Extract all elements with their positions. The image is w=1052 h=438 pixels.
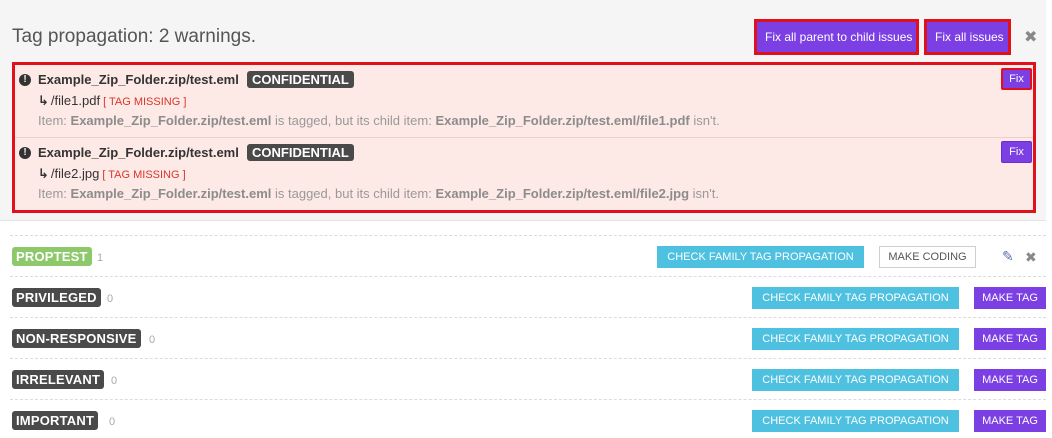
issue-row: ! Example_Zip_Folder.zip/test.eml CONFID… [15,65,1033,137]
make-tag-button[interactable]: MAKE TAG [974,287,1046,309]
tag-badge: CONFIDENTIAL [247,71,354,88]
make-tag-button[interactable]: MAKE TAG [974,410,1046,432]
desc-suffix: isn't. [693,113,720,128]
child-item-line: ↳/file1.pdf[ TAG MISSING ] [38,93,186,109]
tag-row-privileged: PRIVILEGED 0 CHECK FAMILY TAG PROPAGATIO… [10,276,1046,317]
issue-description: Item: Example_Zip_Folder.zip/test.eml is… [38,113,720,128]
fix-all-issues-label: Fix all issues [935,30,1004,44]
child-item-path: /file2.jpg [50,166,100,181]
child-item-line: ↳/file2.jpg[ TAG MISSING ] [38,166,186,182]
desc-prefix: Item: [38,113,67,128]
tag-row-irrelevant: IRRELEVANT 0 CHECK FAMILY TAG PROPAGATIO… [10,358,1046,399]
exclamation-circle-icon: ! [19,74,31,86]
child-arrow-icon: ↳ [38,166,49,181]
child-arrow-icon: ↳ [38,93,49,108]
check-family-tag-propagation-button[interactable]: CHECK FAMILY TAG PROPAGATION [752,328,959,350]
fix-button[interactable]: Fix [1001,141,1032,163]
check-family-tag-propagation-button[interactable]: CHECK FAMILY TAG PROPAGATION [657,246,864,268]
pencil-icon[interactable]: ✎ [1002,248,1014,265]
child-item-path: /file1.pdf [50,93,101,108]
close-icon[interactable]: ✖ [1025,249,1037,266]
tag-label[interactable]: NON-RESPONSIVE [12,329,141,348]
desc-suffix: isn't. [692,186,719,201]
tag-label[interactable]: PRIVILEGED [12,288,101,307]
check-family-tag-propagation-button[interactable]: CHECK FAMILY TAG PROPAGATION [752,369,959,391]
make-coding-button[interactable]: MAKE CODING [879,246,976,268]
tag-missing-label: [ TAG MISSING ] [103,96,187,108]
tag-label[interactable]: IMPORTANT [12,411,99,430]
issue-description: Item: Example_Zip_Folder.zip/test.eml is… [38,186,719,201]
tag-row-proptest: PROPTEST 1 CHECK FAMILY TAG PROPAGATION … [10,235,1046,276]
issue-row: ! Example_Zip_Folder.zip/test.eml CONFID… [15,137,1033,209]
fix-all-parent-to-child-label: Fix all parent to child issues [765,30,913,44]
tag-count: 0 [109,416,116,428]
tag-label[interactable]: PROPTEST [12,247,92,266]
tag-count: 0 [149,334,156,346]
issues-list: ! Example_Zip_Folder.zip/test.eml CONFID… [12,62,1036,213]
tag-count: 1 [97,252,104,264]
tag-row-important: IMPORTANT 0 CHECK FAMILY TAG PROPAGATION… [10,399,1046,438]
check-family-tag-propagation-button[interactable]: CHECK FAMILY TAG PROPAGATION [752,410,959,432]
panel-title: Tag propagation: 2 warnings. [12,26,256,47]
exclamation-circle-icon: ! [19,147,31,159]
parent-item-name: Example_Zip_Folder.zip/test.eml [38,72,239,87]
desc-parent: Example_Zip_Folder.zip/test.eml [70,186,272,201]
desc-mid: is tagged, but its child item: [275,186,432,201]
parent-item-name: Example_Zip_Folder.zip/test.eml [38,145,239,160]
check-family-tag-propagation-button[interactable]: CHECK FAMILY TAG PROPAGATION [752,287,959,309]
desc-prefix: Item: [38,186,67,201]
tag-label[interactable]: IRRELEVANT [12,370,105,389]
make-tag-button[interactable]: MAKE TAG [974,328,1046,350]
tag-propagation-panel: Tag propagation: 2 warnings. Fix all par… [0,0,1046,221]
fix-button[interactable]: Fix [1001,68,1032,90]
desc-child: Example_Zip_Folder.zip/test.eml/file1.pd… [435,113,690,128]
tag-count: 0 [107,293,114,305]
close-icon[interactable]: ✖ [1024,27,1037,47]
tag-row-non-responsive: NON-RESPONSIVE 0 CHECK FAMILY TAG PROPAG… [10,317,1046,358]
tag-missing-label: [ TAG MISSING ] [102,169,186,181]
tag-badge: CONFIDENTIAL [247,144,354,161]
fix-all-issues-button[interactable]: Fix all issues [924,19,1011,55]
make-tag-button[interactable]: MAKE TAG [974,369,1046,391]
desc-parent: Example_Zip_Folder.zip/test.eml [70,113,272,128]
desc-mid: is tagged, but its child item: [275,113,432,128]
tag-count: 0 [111,375,118,387]
desc-child: Example_Zip_Folder.zip/test.eml/file2.jp… [435,186,690,201]
fix-all-parent-to-child-button[interactable]: Fix all parent to child issues [754,19,919,55]
